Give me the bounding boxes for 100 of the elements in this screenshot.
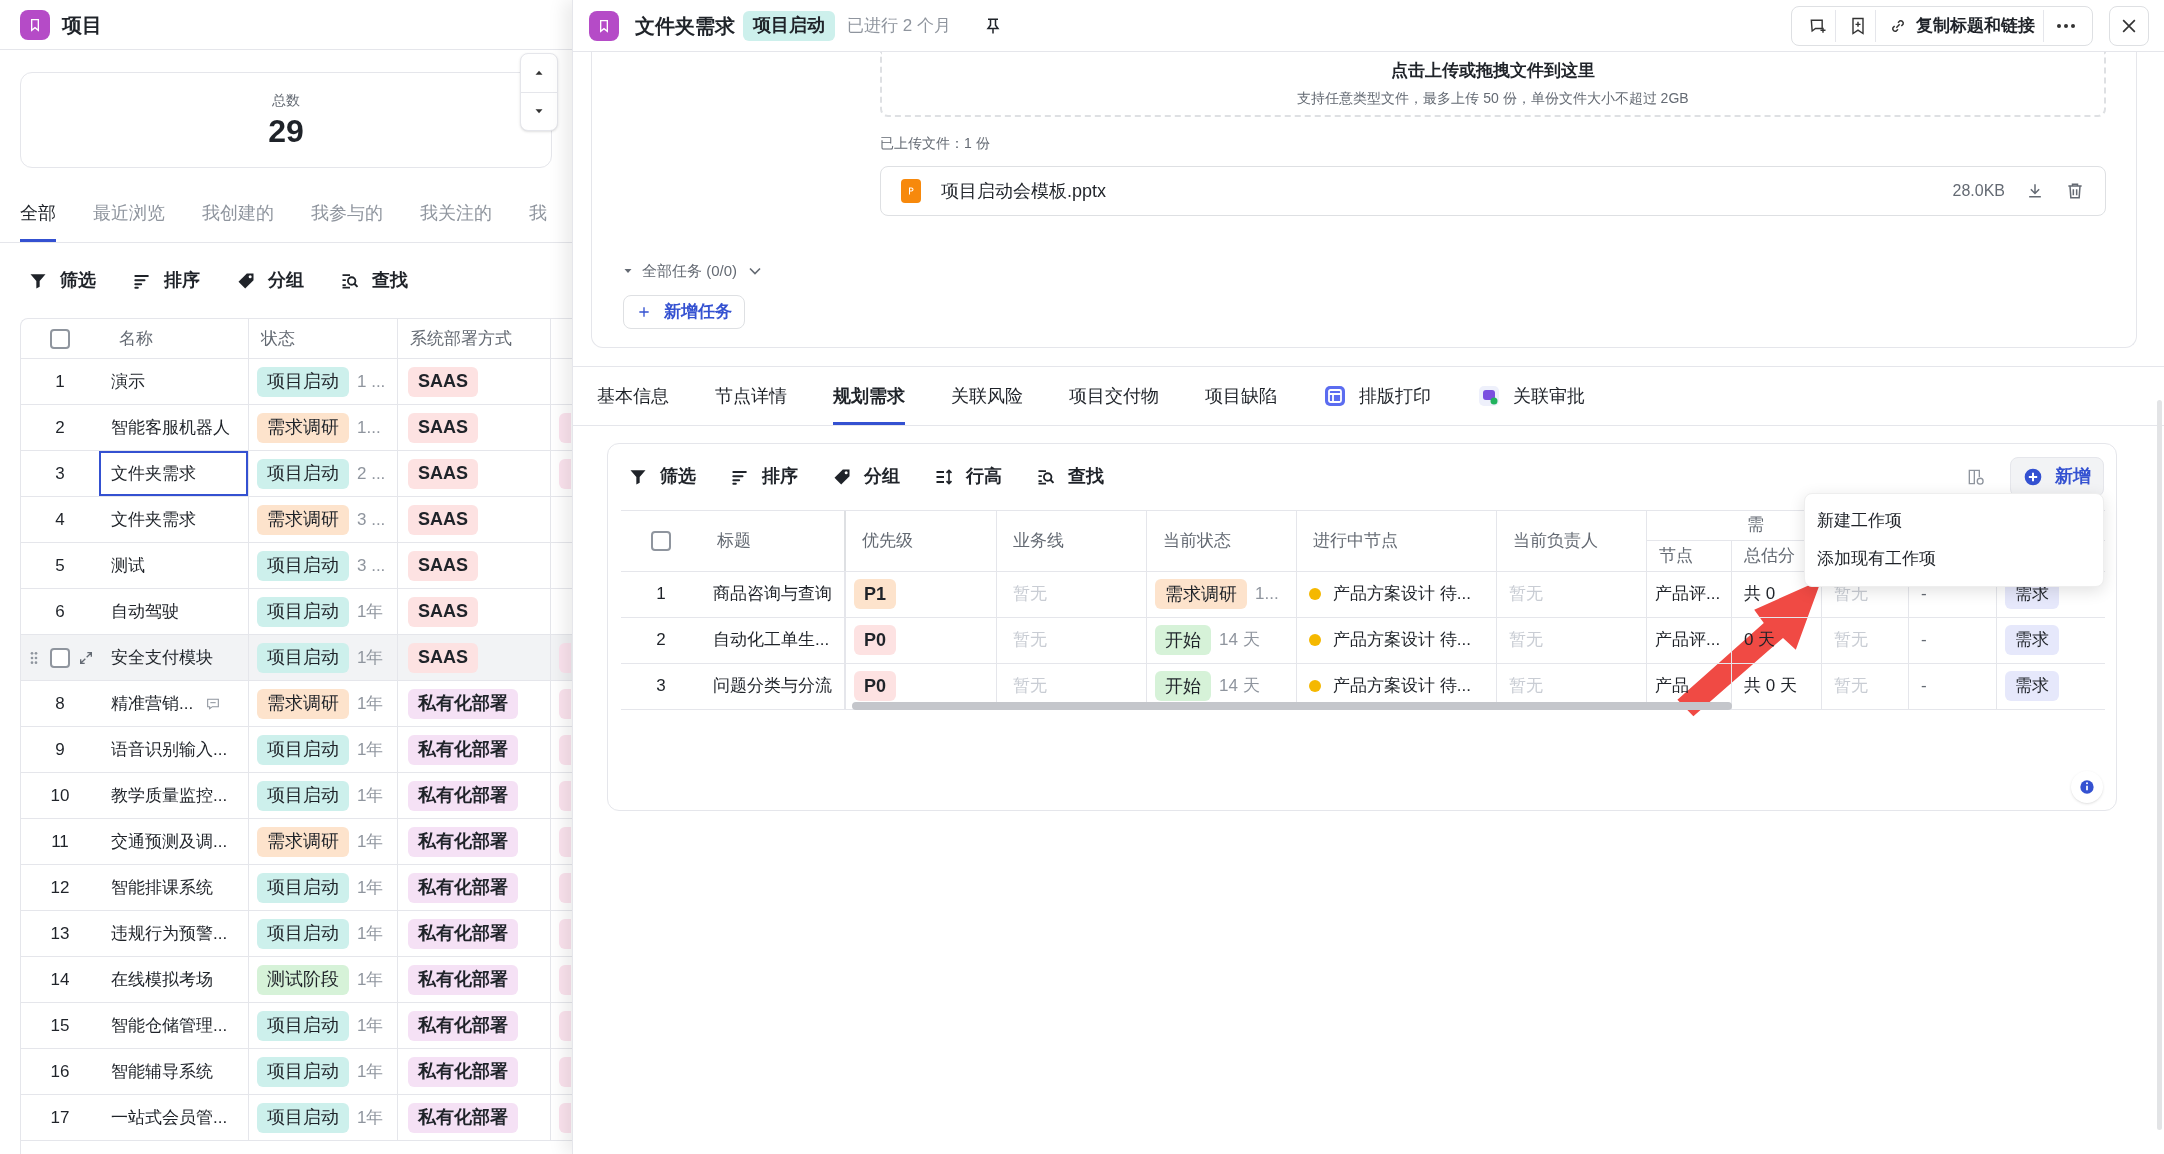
toolbar-button[interactable]: 查找 bbox=[1028, 458, 1112, 495]
upload-title: 点击上传或拖拽文件到这里 bbox=[1391, 60, 1595, 83]
duration-text: 1年 bbox=[357, 646, 384, 669]
deployment-tag: 私有化部署 bbox=[408, 734, 518, 765]
toolbar-button[interactable]: 筛选 bbox=[20, 262, 104, 299]
status-tag: 项目启动 bbox=[257, 872, 349, 903]
duration-text: 14 天 bbox=[1219, 675, 1260, 698]
file-row[interactable]: 项目启动会模板.pptx 28.0KB bbox=[880, 166, 2106, 216]
table-cell-text: - bbox=[1921, 629, 1927, 652]
toolbar-button[interactable]: 分组 bbox=[228, 262, 312, 299]
table-cell-text: 商品咨询与查询 bbox=[713, 583, 832, 606]
detail-tab[interactable]: 项目缺陷 bbox=[1205, 382, 1277, 425]
duration-text: 1年 bbox=[357, 600, 384, 623]
duration-text: 3 ... bbox=[357, 554, 386, 577]
expand-icon[interactable] bbox=[78, 649, 94, 666]
table-cell-text: 问题分类与分流 bbox=[713, 675, 832, 698]
toolbar-button[interactable]: 分组 bbox=[824, 458, 908, 495]
table-cell-text: 产品方案设计 待... bbox=[1333, 583, 1471, 606]
deployment-tag: 私有化部署 bbox=[408, 780, 518, 811]
detail-tab[interactable]: 基本信息 bbox=[597, 382, 669, 425]
row-number: 8 bbox=[55, 692, 65, 715]
deployment-tag: 私有化部署 bbox=[408, 872, 518, 903]
row-number: 13 bbox=[50, 922, 70, 945]
deployment-tag: 私有化部署 bbox=[408, 1102, 518, 1133]
table-cell-text: 自动化工单生... bbox=[713, 629, 830, 652]
more-icon bbox=[2057, 23, 2075, 28]
row-number: 6 bbox=[55, 600, 65, 623]
checkbox[interactable] bbox=[50, 328, 70, 349]
file-size: 28.0KB bbox=[1952, 181, 2005, 201]
tag-edge bbox=[559, 1010, 571, 1041]
tag-edge bbox=[559, 872, 571, 903]
row-number: 3 bbox=[55, 462, 65, 485]
table-cell-text: 智能辅导系统 bbox=[110, 1060, 213, 1083]
list-tab[interactable]: 全部 bbox=[20, 200, 56, 242]
row-number: 16 bbox=[50, 1060, 70, 1083]
toolbar-button[interactable]: 行高 bbox=[926, 458, 1010, 495]
detail-tab[interactable]: 节点详情 bbox=[715, 382, 787, 425]
row-number: 10 bbox=[50, 784, 70, 807]
close-button[interactable] bbox=[2109, 5, 2149, 46]
tag-edge bbox=[559, 734, 571, 765]
column-header: 当前负责人 bbox=[1497, 510, 1647, 571]
deployment-tag: SAAS bbox=[408, 458, 478, 489]
upload-dropzone[interactable]: 点击上传或拖拽文件到这里 支持任意类型文件，最多上传 50 份，单份文件大小不超过 2GB bbox=[880, 52, 2106, 117]
add-task-button[interactable]: 新增任务 bbox=[623, 294, 745, 329]
column-header: 标题 bbox=[701, 510, 846, 571]
table-cell[interactable]: 文件夹需求 bbox=[99, 451, 248, 496]
toolbar-button[interactable]: 排序 bbox=[124, 262, 208, 299]
table-cell-text: 在线模拟考场 bbox=[110, 968, 213, 991]
column-header: 优先级 bbox=[846, 510, 997, 571]
delete-icon[interactable] bbox=[2065, 181, 2085, 201]
detail-tab[interactable]: 排版打印 bbox=[1323, 382, 1431, 425]
priority-tag: P0 bbox=[854, 625, 897, 655]
duration-text: 1年 bbox=[357, 968, 384, 991]
detail-tab[interactable]: 项目交付物 bbox=[1069, 382, 1159, 425]
tag-edge bbox=[559, 780, 571, 811]
table-cell-text: - bbox=[1921, 675, 1927, 698]
deployment-tag: 私有化部署 bbox=[408, 918, 518, 949]
type-tag: 需求 bbox=[2005, 625, 2059, 655]
duration-text: 14 天 bbox=[1219, 629, 1260, 652]
duration-text: 1年 bbox=[357, 738, 384, 761]
tag-edge bbox=[559, 1056, 571, 1087]
row-number: 17 bbox=[50, 1106, 70, 1129]
table-cell-text: 文件夹需求 bbox=[110, 508, 196, 531]
status-tag: 开始 bbox=[1155, 625, 1211, 655]
toolbar-button[interactable]: 查找 bbox=[332, 262, 416, 299]
table-cell-text: 共 0 bbox=[1744, 583, 1776, 606]
menu-item[interactable]: 新建工作项 bbox=[1805, 501, 2103, 540]
add-button[interactable]: 新增 bbox=[2010, 456, 2104, 497]
deployment-tag: 私有化部署 bbox=[408, 964, 518, 995]
toolbar-button[interactable]: 排序 bbox=[722, 458, 806, 495]
table-cell-text: 智能排课系统 bbox=[110, 876, 213, 899]
checkbox[interactable] bbox=[651, 530, 671, 551]
checkbox[interactable] bbox=[50, 647, 70, 668]
horizontal-scrollbar[interactable] bbox=[852, 701, 1732, 710]
status-tag: 项目启动 bbox=[257, 1010, 349, 1041]
duration-text: 1年 bbox=[357, 1106, 384, 1129]
task-toggle[interactable]: 全部任务 (0/0) bbox=[622, 260, 765, 283]
detail-tab[interactable]: 关联审批 bbox=[1477, 382, 1585, 425]
table-cell-text: 安全支付模块 bbox=[110, 646, 213, 669]
vertical-scrollbar[interactable] bbox=[2157, 400, 2162, 1130]
summary-label: 总数 bbox=[272, 90, 300, 110]
status-tag: 项目启动 bbox=[257, 550, 349, 581]
info-button[interactable] bbox=[2071, 770, 2103, 803]
table-cell-text: 产品方案设计 待... bbox=[1333, 675, 1471, 698]
duration-text: 1 ... bbox=[357, 370, 386, 393]
copy-link-button[interactable]: 复制标题和链接 bbox=[1880, 9, 2044, 42]
table-cell-text: 共 0 天 bbox=[1744, 675, 1797, 698]
tag-edge bbox=[559, 964, 571, 995]
detail-tab[interactable]: 规划需求 bbox=[833, 382, 905, 425]
duration-text: 1年 bbox=[357, 830, 384, 853]
table-cell-text: 违规行为预警... bbox=[110, 922, 228, 945]
status-tag: 需求调研 bbox=[257, 504, 349, 535]
elapsed-text: 已进行 2 个月 bbox=[847, 14, 951, 37]
duration-text: 1年 bbox=[357, 922, 384, 945]
detail-tab[interactable]: 关联风险 bbox=[951, 382, 1023, 425]
toolbar-button[interactable]: 筛选 bbox=[620, 458, 704, 495]
row-number: 9 bbox=[55, 738, 65, 761]
status-tag: 项目启动 bbox=[257, 596, 349, 627]
table-cell-text: 产品评... bbox=[1655, 629, 1721, 652]
duration-text: 1年 bbox=[357, 1014, 384, 1037]
